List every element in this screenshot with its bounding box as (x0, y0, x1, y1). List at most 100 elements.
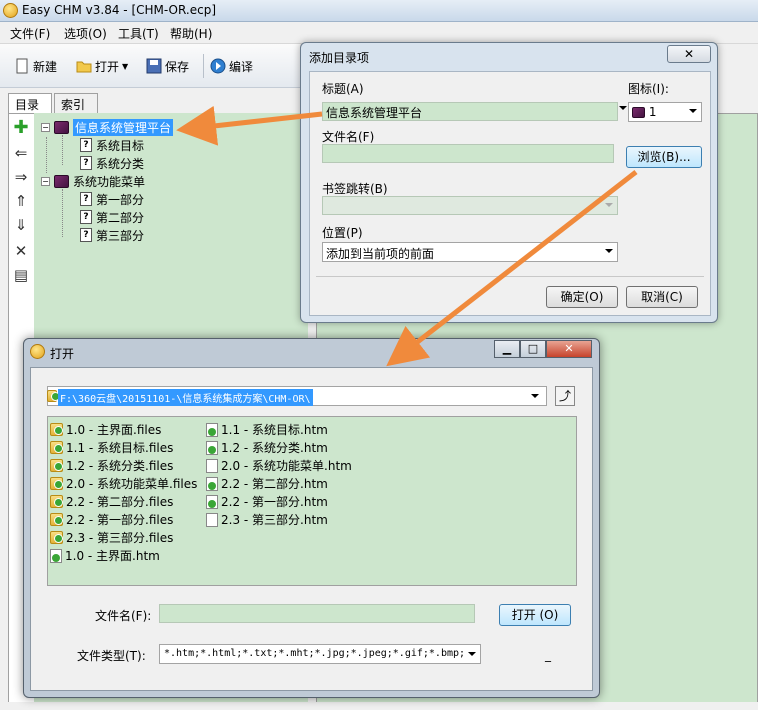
tab-index[interactable]: 索引 (54, 93, 98, 113)
file-item-label: 2.2 - 第二部分.htm (221, 477, 328, 491)
file-item-label: 2.0 - 系统功能菜单.files (66, 477, 198, 491)
folder-icon (50, 477, 63, 490)
tab-contents[interactable]: 目录 (8, 93, 52, 113)
filetype-select[interactable]: *.htm;*.html;*.txt;*.mht;*.jpg;*.jpeg;*.… (159, 644, 481, 664)
tree-item[interactable]: ? 第三部分 (80, 226, 144, 244)
compile-button[interactable]: 编译 (210, 56, 253, 76)
collapse-icon[interactable]: − (41, 122, 50, 132)
open-button[interactable]: 打开 (O) (499, 604, 571, 626)
menu-help[interactable]: 帮助(H) (170, 25, 212, 42)
file-item-label: 2.2 - 第一部分.files (66, 513, 174, 527)
new-button-label: 新建 (33, 59, 58, 74)
minimize-icon[interactable]: ▁ (494, 340, 520, 358)
help-page-icon: ? (80, 228, 92, 242)
file-item[interactable]: 1.2 - 系统分类.htm (206, 439, 328, 456)
path-combo[interactable]: F:\360云盘\20151101-\信息系统集成方案\CHM-OR\ (47, 386, 547, 406)
tree-item-label: 系统分类 (96, 156, 145, 171)
icon-label: 图标(I): (628, 82, 669, 96)
properties-icon[interactable]: ▤ (11, 265, 31, 285)
html-file-icon (206, 458, 218, 473)
up-arrow-icon[interactable]: ⇑ (11, 191, 31, 211)
tree-item[interactable]: ? 第一部分 (80, 190, 144, 208)
tree-item[interactable]: ? 系统目标 (80, 136, 144, 154)
browse-button[interactable]: 浏览(B)... (626, 146, 702, 168)
file-item-label: 2.2 - 第一部分.htm (221, 495, 328, 509)
title-label: 标题(A) (322, 82, 364, 96)
menu-tools[interactable]: 工具(T) (118, 25, 159, 42)
file-item[interactable]: 2.0 - 系统功能菜单.files (50, 475, 197, 492)
file-item[interactable]: 1.1 - 系统目标.files (50, 439, 173, 456)
close-icon[interactable]: ✕ (546, 340, 592, 358)
title-combo[interactable]: 信息系统管理平台 (322, 102, 618, 121)
file-item[interactable]: 2.2 - 第一部分.files (50, 511, 173, 528)
cancel-button[interactable]: 取消(C) (626, 286, 698, 308)
tree-item[interactable]: − 信息系统管理平台 (41, 118, 174, 136)
chevron-down-icon[interactable] (619, 106, 627, 110)
add-icon[interactable]: ✚ (11, 117, 31, 138)
file-item[interactable]: 2.3 - 第三部分.files (50, 529, 173, 546)
file-item-label: 1.2 - 系统分类.htm (221, 441, 328, 455)
file-item[interactable]: 2.2 - 第二部分.htm (206, 475, 328, 492)
file-item-label: 1.1 - 系统目标.files (66, 441, 174, 455)
maximize-icon[interactable]: □ (520, 340, 546, 358)
up-folder-icon[interactable]: ⤴ (555, 386, 575, 406)
book-icon (54, 120, 69, 134)
delete-icon[interactable]: ✕ (11, 241, 31, 261)
save-icon (146, 58, 162, 74)
filetype-value: *.htm;*.html;*.txt;*.mht;*.jpg;*.jpeg;*.… (164, 648, 466, 659)
menu-file[interactable]: 文件(F) (10, 25, 50, 42)
open-button-label: 打开 (95, 59, 120, 74)
file-item[interactable]: 1.1 - 系统目标.htm (206, 421, 328, 438)
position-select[interactable]: 添加到当前项的前面 (322, 242, 618, 262)
chevron-down-icon[interactable] (531, 394, 539, 398)
title-value: 信息系统管理平台 (326, 106, 423, 120)
html-file-icon (50, 548, 62, 563)
tree-item-label: 系统功能菜单 (73, 174, 146, 189)
file-item[interactable]: 2.3 - 第三部分.htm (206, 511, 328, 528)
tree-item-label: 第三部分 (96, 228, 145, 243)
tree-action-buttons: ✚ ⇐ ⇒ ⇑ ⇓ ✕ ▤ (8, 113, 34, 313)
open-button[interactable]: 打开 ▼ (76, 56, 128, 76)
html-file-icon (206, 494, 218, 509)
file-item[interactable]: 2.2 - 第二部分.files (50, 493, 173, 510)
app-icon (3, 3, 18, 18)
tree-item-label: 第一部分 (96, 192, 145, 207)
save-button[interactable]: 保存 (146, 56, 189, 76)
html-file-icon (206, 440, 218, 455)
tree-item[interactable]: ? 第二部分 (80, 208, 144, 226)
collapse-icon[interactable]: − (41, 176, 50, 186)
toolbar: 新建 打开 ▼ 保存 编译 (0, 44, 300, 88)
main-titlebar: Easy CHM v3.84 - [CHM-OR.ecp] (0, 0, 758, 22)
file-item[interactable]: 1.0 - 主界面.files (50, 421, 161, 438)
file-item[interactable]: 1.2 - 系统分类.files (50, 457, 173, 474)
filename-field[interactable] (159, 604, 475, 623)
tree-item[interactable]: ? 系统分类 (80, 154, 144, 172)
ok-button[interactable]: 确定(O) (546, 286, 618, 308)
book-icon (54, 174, 69, 188)
dialog-body: 标题(A) 信息系统管理平台 图标(I): 1 文件名(F) 浏览(B)... … (309, 71, 711, 316)
tree-item[interactable]: − 系统功能菜单 (41, 172, 145, 190)
chevron-down-icon (605, 249, 613, 253)
folder-icon (50, 513, 63, 526)
toolbar-separator (203, 54, 204, 78)
filename-label: 文件名(F) (322, 130, 375, 144)
menu-options[interactable]: 选项(O) (64, 25, 107, 42)
filetype-label: 文件类型(T): (77, 649, 146, 663)
file-item[interactable]: 2.0 - 系统功能菜单.htm (206, 457, 352, 474)
open-dropdown-icon[interactable]: ▼ (122, 62, 128, 71)
icon-select[interactable]: 1 (628, 102, 702, 122)
file-item[interactable]: 1.0 - 主界面.htm (50, 547, 160, 564)
bookmark-combo[interactable] (322, 196, 618, 215)
down-arrow-icon[interactable]: ⇓ (11, 215, 31, 235)
new-button[interactable]: 新建 (14, 56, 57, 76)
file-item[interactable]: 2.2 - 第一部分.htm (206, 493, 328, 510)
folder-icon (50, 441, 63, 454)
left-arrow-icon[interactable]: ⇐ (11, 143, 31, 163)
open-folder-icon (76, 58, 92, 74)
file-item-label: 1.0 - 主界面.files (66, 423, 162, 437)
filename-field[interactable] (322, 144, 614, 163)
bookmark-label: 书签跳转(B) (322, 182, 388, 196)
folder-icon (50, 423, 63, 436)
close-icon[interactable]: ✕ (667, 45, 711, 63)
right-arrow-icon[interactable]: ⇒ (11, 167, 31, 187)
